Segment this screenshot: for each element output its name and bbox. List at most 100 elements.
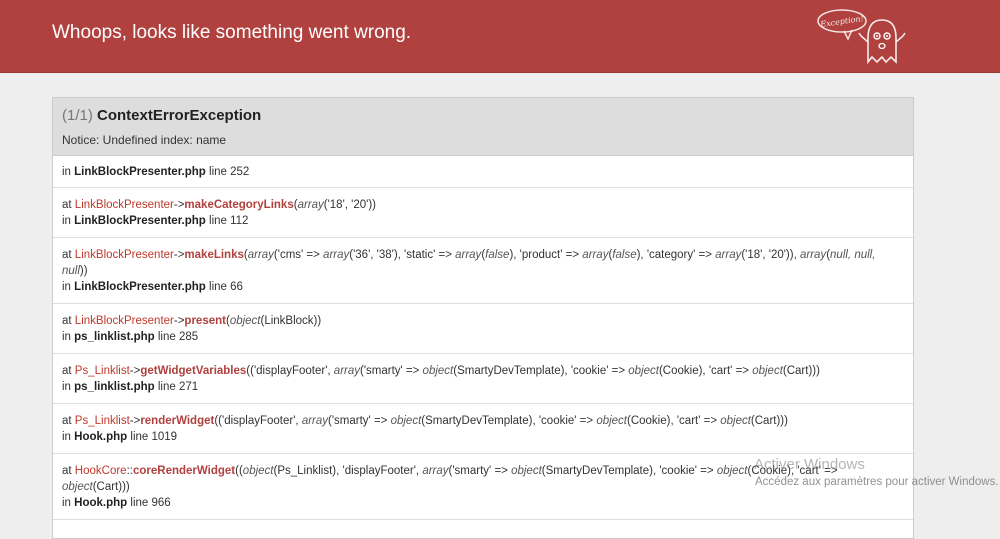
stack-trace-frame: at Ps_Linklist->getWidgetVariables(('dis…	[53, 354, 913, 404]
frame-arg-type: object	[390, 415, 422, 427]
frame-class-name: LinkBlockPresenter	[74, 199, 174, 211]
frame-location: in LinkBlockPresenter.php line 66	[62, 279, 904, 295]
frame-file-name: Hook.php	[74, 497, 128, 509]
frame-arg-text: ('displayFooter',	[250, 365, 334, 377]
stack-trace-frame: at LinkBlockPresenter->makeCategoryLinks…	[53, 188, 913, 238]
frame-file-name: LinkBlockPresenter.php	[74, 215, 206, 227]
frame-arg-text: (Cart)))	[92, 481, 130, 493]
frame-call: at LinkBlockPresenter->makeCategoryLinks…	[62, 199, 377, 211]
frame-location: in ps_linklist.php line 271	[62, 379, 904, 395]
frame-function-name: renderWidget	[140, 415, 215, 427]
frame-arg-type: array	[301, 415, 329, 427]
frame-location: in LinkBlockPresenter.php line 252	[62, 164, 904, 180]
frame-arg-type: array	[323, 249, 350, 261]
frame-file-name: LinkBlockPresenter.php	[74, 281, 206, 293]
frame-line-number: line 252	[209, 166, 250, 178]
windows-activation-subtitle: Accédez aux paramètres pour activer Wind…	[755, 476, 999, 488]
frame-arg-text: ), 'product' =>	[509, 249, 583, 261]
frame-class-name: Ps_Linklist	[74, 365, 130, 377]
frame-arg-text: ('36', '38'), 'static' =>	[349, 249, 456, 261]
frame-at-keyword: at	[62, 315, 72, 327]
frame-in-keyword: in	[62, 281, 71, 293]
frame-file-name: ps_linklist.php	[74, 331, 155, 343]
frame-in-keyword: in	[62, 431, 71, 443]
error-header: Whoops, looks like something went wrong.…	[0, 0, 1000, 73]
frame-call-separator: ->	[173, 199, 185, 211]
exception-message: Notice: Undefined index: name	[62, 133, 227, 147]
page-title: Whoops, looks like something went wrong.	[52, 22, 412, 43]
frame-call: at LinkBlockPresenter->makeLinks(array('…	[62, 249, 876, 277]
frame-arg-text: (SmartyDevTemplate), 'cookie' =>	[453, 365, 629, 377]
frame-arg-text: ('smarty' =>	[360, 365, 423, 377]
frame-arg-text: (Cookie), 'cart' =>	[627, 415, 721, 427]
frame-call-separator: ->	[129, 415, 141, 427]
exception-name: ContextErrorException	[97, 107, 262, 124]
frame-arg-type: false	[612, 249, 637, 261]
frame-arg-type: array	[582, 249, 609, 261]
frame-in-keyword: in	[62, 166, 71, 178]
frame-call: at Ps_Linklist->renderWidget(('displayFo…	[62, 415, 788, 427]
frame-line-number: line 271	[157, 381, 199, 393]
stack-trace-frame: at LinkBlockPresenter->makeLinks(array('…	[53, 238, 913, 304]
frame-arg-type: object	[716, 465, 748, 477]
frame-function-name: coreRenderWidget	[132, 465, 236, 477]
frame-arg-type: array	[297, 199, 324, 211]
frame-at-keyword: at	[62, 415, 72, 427]
frame-line-number: line 1019	[130, 431, 178, 443]
frame-call: at LinkBlockPresenter->present(object(Li…	[62, 315, 322, 327]
frame-arg-type: array	[455, 249, 482, 261]
frame-class-name: HookCore	[74, 465, 127, 477]
frame-arg-text: (Cookie), 'cart' =>	[658, 365, 753, 377]
frame-class-name: LinkBlockPresenter	[74, 249, 174, 261]
frame-arg-type: array	[247, 249, 274, 261]
stack-trace-frame: in LinkBlockPresenter.php line 252	[53, 156, 913, 188]
frame-line-number: line 112	[209, 215, 249, 227]
frame-in-keyword: in	[62, 331, 71, 343]
frame-location: in LinkBlockPresenter.php line 112	[62, 213, 904, 229]
frame-at-keyword: at	[62, 365, 72, 377]
ghost-mascot-logo: Exception!	[817, 9, 906, 65]
frame-arg-text: (Cart)))	[750, 415, 788, 427]
stack-trace-frame: at Ps_Linklist->renderWidget(('displayFo…	[53, 404, 913, 454]
frame-arg-type: array	[715, 249, 742, 261]
frame-call-separator: ->	[129, 365, 141, 377]
frame-arg-type: array	[333, 365, 360, 377]
frame-file-name: LinkBlockPresenter.php	[74, 166, 206, 178]
frame-arg-text: ), 'category' =>	[636, 249, 716, 261]
frame-arg-type: object	[229, 315, 261, 327]
frame-arg-text: ('smarty' =>	[328, 415, 391, 427]
frame-location: in ps_linklist.php line 285	[62, 329, 904, 345]
frame-arg-text: ('smarty' =>	[448, 465, 512, 477]
frame-arg-type: object	[628, 365, 659, 377]
frame-in-keyword: in	[62, 381, 71, 393]
exception-count: (1/1)	[62, 107, 93, 124]
exception-header: (1/1) ContextErrorException Notice: Unde…	[53, 98, 913, 156]
frame-arg-text: ))	[79, 265, 88, 277]
frame-arg-text: (LinkBlock))	[260, 315, 322, 327]
frame-arg-text: (Cart)))	[782, 365, 820, 377]
frame-function-name: makeLinks	[184, 249, 244, 261]
frame-arg-type: object	[752, 365, 783, 377]
frame-arg-text: (SmartyDevTemplate), 'cookie' =>	[421, 415, 597, 427]
stack-trace-frame: at LinkBlockPresenter->present(object(Li…	[53, 304, 913, 354]
frame-arg-text: ('18', '20'))	[323, 199, 377, 211]
frame-arg-text: ('cms' =>	[273, 249, 324, 261]
frame-arg-text: (Ps_Linklist), 'displayFooter',	[273, 465, 423, 477]
frame-line-number: line 966	[130, 497, 171, 509]
frame-function-name: makeCategoryLinks	[184, 199, 294, 211]
frame-function-name: present	[184, 315, 226, 327]
frame-arg-type: false	[485, 249, 510, 261]
logo-bubble-text: Exception!	[819, 14, 864, 29]
frame-arg-text: ('18', '20')),	[741, 249, 800, 261]
frame-at-keyword: at	[62, 249, 72, 261]
frame-at-keyword: at	[62, 465, 72, 477]
frame-in-keyword: in	[62, 497, 71, 509]
frame-arg-type: object	[62, 481, 93, 493]
frame-line-number: line 285	[157, 331, 199, 343]
frame-arg-type: object	[422, 365, 454, 377]
frame-arg-text: (SmartyDevTemplate), 'cookie' =>	[541, 465, 717, 477]
frame-class-name: Ps_Linklist	[74, 415, 130, 427]
frame-class-name: LinkBlockPresenter	[74, 315, 174, 327]
frame-arg-type: object	[720, 415, 751, 427]
frame-in-keyword: in	[62, 215, 71, 227]
